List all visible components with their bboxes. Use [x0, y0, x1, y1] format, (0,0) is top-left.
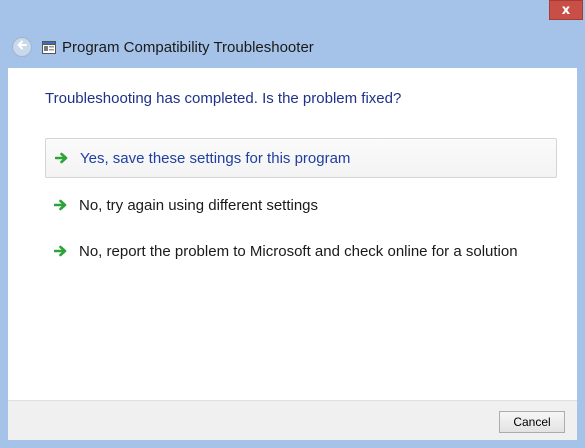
option-no-try-again[interactable]: No, try again using different settings: [45, 185, 557, 225]
close-icon: x: [561, 2, 571, 18]
cancel-button[interactable]: Cancel: [499, 411, 565, 433]
page-heading: Troubleshooting has completed. Is the pr…: [45, 90, 402, 107]
window-title: Program Compatibility Troubleshooter: [62, 38, 314, 56]
close-button[interactable]: x: [549, 0, 583, 20]
option-yes-save-settings[interactable]: Yes, save these settings for this progra…: [45, 138, 557, 178]
troubleshooter-window: x Program Compatibility Troubleshooter T…: [0, 0, 585, 448]
back-arrow-icon: [16, 38, 28, 56]
green-arrow-icon: [53, 244, 69, 258]
title-bar: Program Compatibility Troubleshooter: [8, 28, 577, 66]
option-label: No, try again using different settings: [79, 196, 319, 214]
footer-bar: Cancel: [8, 400, 577, 440]
option-no-report-problem[interactable]: No, report the problem to Microsoft and …: [45, 231, 557, 271]
back-button[interactable]: [12, 37, 32, 57]
option-label: Yes, save these settings for this progra…: [80, 149, 351, 167]
main-content: Troubleshooting has completed. Is the pr…: [8, 68, 577, 400]
troubleshooter-app-icon: [42, 40, 56, 54]
green-arrow-icon: [53, 198, 69, 212]
option-label: No, report the problem to Microsoft and …: [79, 242, 518, 260]
green-arrow-icon: [54, 151, 70, 165]
